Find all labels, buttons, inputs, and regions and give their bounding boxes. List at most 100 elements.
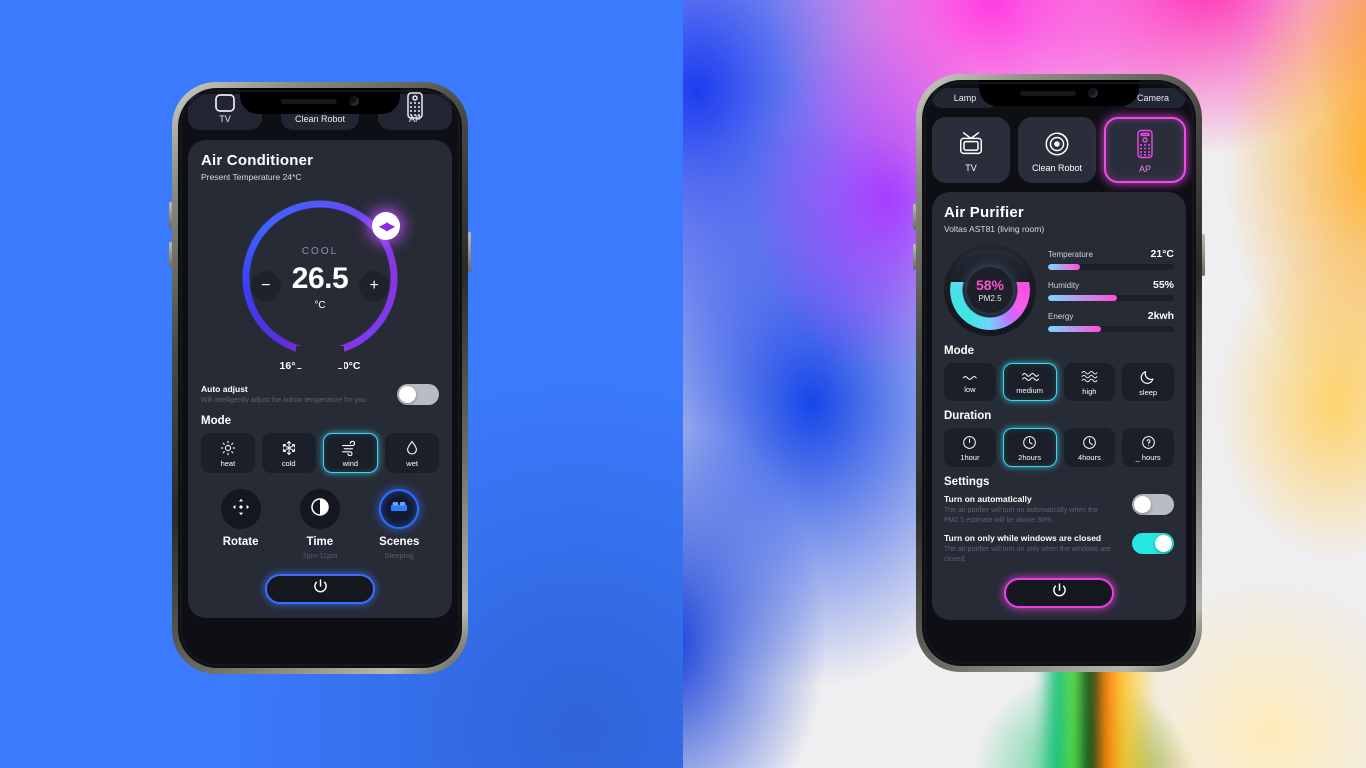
- device-card-ap[interactable]: AP: [1104, 117, 1186, 183]
- action-scenes-sublabel: Sleeping: [384, 551, 414, 561]
- duration-custom[interactable]: _ hours: [1122, 428, 1174, 467]
- right-phone-volume-down[interactable]: [913, 244, 916, 270]
- left-phone-power-button[interactable]: [468, 232, 471, 272]
- temperature-value: 26.5: [291, 261, 349, 295]
- setting-windows-toggle[interactable]: [1132, 533, 1174, 555]
- duration-4hours[interactable]: 4hours: [1063, 428, 1116, 467]
- snowflake-icon: [281, 440, 297, 456]
- wave-medium-icon: [1020, 371, 1040, 383]
- clock-4-icon: [1082, 435, 1097, 450]
- fan-mode-sleep[interactable]: sleep: [1122, 363, 1174, 401]
- metric-energy: Energy 2kwh: [1048, 310, 1174, 332]
- metric-temperature-track: [1048, 264, 1174, 270]
- fan-mode-medium-label: medium: [1016, 386, 1043, 395]
- temperature-decrease-button[interactable]: −: [250, 271, 281, 301]
- present-temperature-text: Present Temperature 24*C: [201, 172, 302, 182]
- mode-heading: Mode: [201, 415, 232, 428]
- action-time[interactable]: Time 7pm-11pm: [299, 489, 340, 561]
- wave-low-icon: [960, 372, 980, 382]
- mode-tile-wet-label: wet: [406, 459, 418, 469]
- action-time-sublabel: 7pm-11pm: [302, 551, 338, 561]
- device-card-tv[interactable]: TV: [932, 117, 1010, 183]
- left-phone-volume-up[interactable]: [169, 202, 172, 228]
- duration-2hours-label: 2hours: [1018, 453, 1042, 462]
- temperature-unit: °C: [314, 299, 326, 311]
- device-card-clean-robot[interactable]: Clean Robot: [1018, 117, 1096, 183]
- page-title: Air Conditioner: [201, 152, 314, 169]
- metric-temperature-label: Temperature: [1048, 250, 1093, 259]
- action-rotate-circle: [220, 489, 261, 530]
- mode-tile-wind-label: wind: [342, 459, 359, 469]
- mode-tile-wind[interactable]: wind: [322, 433, 379, 474]
- setting-auto-toggle[interactable]: [1132, 494, 1174, 515]
- air-purifier-card: Air Purifier Voltas AST81 (living room) …: [932, 192, 1186, 620]
- bed-icon: [390, 500, 408, 519]
- right-app: Lamp Camera TV Clean Robot AP Air Purifi…: [922, 80, 1196, 666]
- clock-1-icon: [962, 435, 977, 450]
- action-rotate-label: Rotate: [222, 536, 259, 549]
- right-phone-volume-up[interactable]: [913, 204, 916, 230]
- action-scenes[interactable]: Scenes Sleeping: [379, 489, 419, 560]
- tv-icon: [956, 130, 986, 158]
- power-button[interactable]: [1004, 577, 1114, 608]
- ac-action-buttons: Rotate Time 7pm-11pm Scenes Sleeping: [201, 489, 439, 560]
- setting-windows-title: Turn on only while windows are closed: [944, 533, 1102, 544]
- metric-humidity: Humidity 55%: [1048, 279, 1174, 301]
- duration-4hours-label: 4hours: [1077, 453, 1101, 462]
- metric-humidity-label: Humidity: [1048, 281, 1080, 290]
- fan-mode-sleep-label: sleep: [1139, 388, 1158, 397]
- duration-2hours[interactable]: 2hours: [1002, 428, 1057, 467]
- temperature-dial[interactable]: ◀▶ COOL − 26.5 °C +: [236, 194, 404, 368]
- fan-mode-high[interactable]: high: [1063, 363, 1116, 401]
- earpiece-speaker: [1020, 90, 1076, 96]
- left-phone-notch: [240, 88, 400, 114]
- setting-windows-description: The air purifier will turn on only when …: [944, 546, 1111, 564]
- right-phone-notch: [979, 80, 1139, 106]
- left-phone-volume-down[interactable]: [169, 242, 172, 268]
- mode-tile-wet[interactable]: wet: [385, 433, 439, 474]
- action-time-label: Time: [306, 536, 334, 549]
- phone-left: TV Clean Robot AP Air Conditioner Presen…: [169, 82, 471, 674]
- wind-icon: [341, 440, 359, 457]
- auto-adjust-row: Auto adjust Will intelligently adjust th…: [201, 384, 439, 406]
- toggle-knob: [1134, 496, 1151, 513]
- stats-row: 58% PM2.5 Temperature 21°C Humidity 55% …: [944, 244, 1174, 336]
- moon-phase-icon: [310, 497, 330, 522]
- wave-high-icon: [1079, 370, 1099, 384]
- fan-mode-low-label: low: [964, 385, 976, 394]
- ac-mode-tiles: heat cold wind wet: [201, 433, 439, 474]
- temperature-increase-button[interactable]: +: [359, 271, 390, 301]
- device-card-tv-label: TV: [965, 163, 977, 173]
- auto-adjust-title: Auto adjust: [201, 384, 248, 394]
- air-purifier-icon: [1133, 129, 1157, 159]
- fan-mode-medium[interactable]: medium: [1002, 363, 1057, 401]
- dial-center: COOL − 26.5 °C +: [236, 194, 404, 362]
- duration-1hour[interactable]: 1hour: [944, 428, 996, 467]
- dial-mode-label: COOL: [301, 245, 339, 257]
- purifier-mode-tiles: low medium high sleep: [944, 363, 1174, 401]
- sun-icon: [220, 440, 236, 456]
- action-scenes-circle: [379, 489, 420, 530]
- mode-tile-cold[interactable]: cold: [261, 433, 316, 474]
- toggle-knob: [1155, 535, 1172, 553]
- duration-custom-label: _ hours: [1135, 453, 1161, 462]
- page-title: Air Purifier: [944, 204, 1024, 221]
- fan-mode-low[interactable]: low: [944, 363, 996, 401]
- clock-2-icon: [1022, 435, 1037, 450]
- setting-auto-description: The air purifier will turn on automatica…: [944, 507, 1098, 525]
- mode-tile-heat-label: heat: [220, 459, 236, 469]
- auto-adjust-toggle[interactable]: [397, 384, 439, 405]
- action-time-circle: [299, 489, 340, 530]
- action-rotate[interactable]: Rotate: [220, 489, 261, 560]
- donut-center: 58% PM2.5: [967, 267, 1013, 313]
- mode-tile-heat[interactable]: heat: [201, 433, 255, 474]
- left-phone-screen: TV Clean Robot AP Air Conditioner Presen…: [178, 88, 462, 668]
- device-card-clean-robot-label: Clean Robot: [1031, 163, 1083, 173]
- setting-turn-on-automatically: Turn on automatically The air purifier w…: [944, 494, 1174, 526]
- quick-tab-lamp-label: Lamp: [953, 93, 977, 103]
- fan-mode-high-label: high: [1082, 387, 1097, 396]
- setting-auto-title: Turn on automatically: [944, 494, 1032, 504]
- metric-energy-value: 2kwh: [1147, 310, 1174, 322]
- power-button[interactable]: [265, 574, 375, 605]
- right-phone-power-button[interactable]: [1202, 234, 1205, 276]
